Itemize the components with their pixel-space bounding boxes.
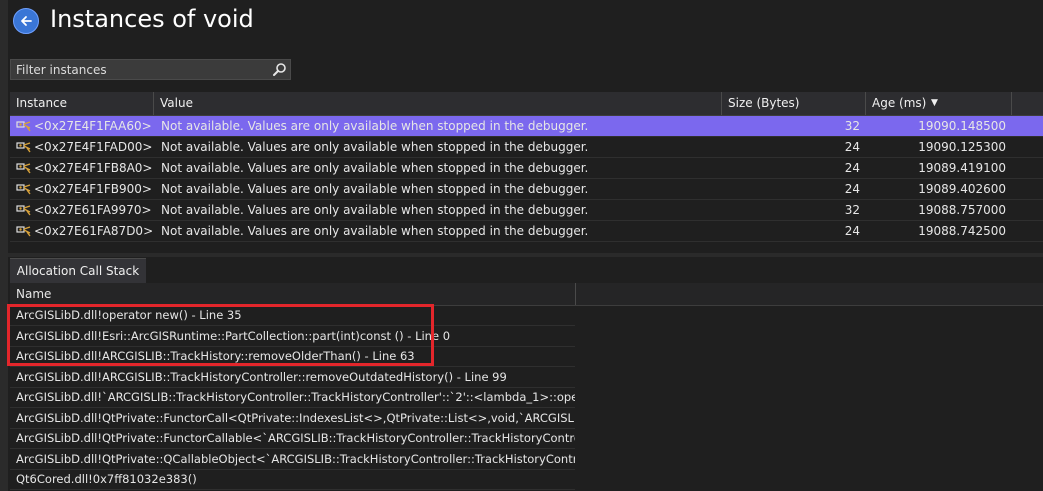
size-cell: 32 — [844, 203, 860, 217]
value-cell: Not available. Values are only available… — [161, 182, 589, 196]
callstack-frame[interactable]: ArcGISLibD.dll!QtPrivate::QCallableObjec… — [10, 449, 575, 470]
age-cell: 19090.125300 — [918, 140, 1006, 154]
tab-allocation-call-stack[interactable]: Allocation Call Stack — [10, 258, 146, 283]
age-cell: 19088.757000 — [918, 203, 1006, 217]
column-header-instance[interactable]: Instance — [10, 92, 154, 115]
column-header-name[interactable]: Name — [16, 283, 51, 305]
age-cell: 19089.419100 — [918, 161, 1006, 175]
allocation-call-stack-panel: Allocation Call Stack Name ArcGISLibD.dl… — [10, 258, 1043, 491]
instance-address: <0x27E61FA9970> — [34, 203, 152, 217]
sort-descending-icon: ▼ — [931, 98, 938, 108]
instances-grid: Instance Value Size (Bytes) Age (ms) ▼ <… — [10, 92, 1043, 253]
callstack-frame[interactable]: ArcGISLibD.dll!Esri::ArcGISRuntime::Part… — [10, 326, 575, 347]
callstack-frame[interactable]: ArcGISLibD.dll!`ARCGISLIB::TrackHistoryC… — [10, 387, 575, 408]
callstack-frame[interactable]: ArcGISLibD.dll!QtPrivate::FunctorCallabl… — [10, 428, 575, 449]
age-cell: 19089.402600 — [918, 182, 1006, 196]
column-header-value[interactable]: Value — [154, 92, 722, 115]
instance-cell: <0x27E4F1FB8A0> — [16, 158, 156, 178]
back-arrow-icon — [21, 16, 32, 26]
filter-instances-input[interactable] — [11, 60, 269, 79]
value-cell: Not available. Values are only available… — [161, 224, 589, 238]
instance-cell: <0x27E61FA87D0> — [16, 221, 156, 241]
size-cell: 24 — [844, 140, 860, 154]
object-instance-icon — [16, 140, 32, 157]
age-cell: 19090.148500 — [918, 119, 1006, 133]
size-cell: 24 — [844, 224, 860, 238]
instance-address: <0x27E4F1FAD00> — [34, 140, 153, 154]
instance-row[interactable]: <0x27E4F1FAD00> Not available. Values are… — [10, 137, 1043, 158]
title-bar: Instances of void — [8, 0, 1043, 44]
size-cell: 24 — [844, 182, 860, 196]
object-instance-icon — [16, 182, 32, 199]
back-button[interactable] — [13, 8, 39, 34]
value-cell: Not available. Values are only available… — [161, 161, 589, 175]
instance-row[interactable]: <0x27E61FA9970> Not available. Values are… — [10, 200, 1043, 221]
size-cell: 32 — [844, 119, 860, 133]
instance-cell: <0x27E4F1FAA60> — [16, 116, 156, 136]
search-icon[interactable] — [272, 62, 287, 77]
instance-address: <0x27E4F1FAA60> — [34, 119, 152, 133]
instance-row[interactable]: <0x27E61FA87D0> Not available. Values are… — [10, 221, 1043, 242]
value-cell: Not available. Values are only available… — [161, 203, 589, 217]
instance-address: <0x27E4F1FB900> — [34, 182, 152, 196]
filter-box[interactable] — [10, 59, 291, 80]
instance-row[interactable]: <0x27E4F1FAA60> Not available. Values are… — [10, 116, 1043, 137]
callstack-frame[interactable]: ArcGISLibD.dll!QtPrivate::FunctorCall<Qt… — [10, 408, 575, 429]
column-header-size[interactable]: Size (Bytes) — [722, 92, 866, 115]
object-instance-icon — [16, 224, 32, 241]
page-title: Instances of void — [50, 5, 254, 33]
value-cell: Not available. Values are only available… — [161, 119, 589, 133]
callstack-frame[interactable]: ArcGISLibD.dll!ARCGISLIB::TrackHistory::… — [10, 346, 575, 367]
object-instance-icon — [16, 119, 32, 136]
instances-header: Instance Value Size (Bytes) Age (ms) ▼ — [10, 92, 1043, 116]
object-instance-icon — [16, 203, 32, 220]
column-header-age-label: Age (ms) — [872, 96, 927, 110]
callstack-header: Name — [10, 283, 1043, 306]
object-instance-icon — [16, 161, 32, 178]
instance-row[interactable]: <0x27E4F1FB8A0> Not available. Values are… — [10, 158, 1043, 179]
value-cell: Not available. Values are only available… — [161, 140, 589, 154]
instance-address: <0x27E4F1FB8A0> — [34, 161, 153, 175]
callstack-frame[interactable]: ArcGISLibD.dll!operator new() - Line 35 — [10, 305, 575, 326]
callstack-frame[interactable]: ArcGISLibD.dll!ARCGISLIB::TrackHistoryCo… — [10, 367, 575, 388]
instance-cell: <0x27E4F1FB900> — [16, 179, 156, 199]
column-header-age[interactable]: Age (ms) ▼ — [866, 92, 1012, 115]
instance-row[interactable]: <0x27E4F1FB900> Not available. Values are… — [10, 179, 1043, 200]
pane-splitter[interactable] — [8, 253, 1043, 257]
left-edge-strip — [0, 0, 8, 491]
instance-cell: <0x27E61FA9970> — [16, 200, 156, 220]
instance-address: <0x27E61FA87D0> — [34, 224, 154, 238]
callstack-frame[interactable]: Qt6Cored.dll!0x7ff81032e383() — [10, 469, 575, 490]
column-separator[interactable] — [575, 283, 576, 305]
age-cell: 19088.742500 — [918, 224, 1006, 238]
size-cell: 24 — [844, 161, 860, 175]
instance-cell: <0x27E4F1FAD00> — [16, 137, 156, 157]
